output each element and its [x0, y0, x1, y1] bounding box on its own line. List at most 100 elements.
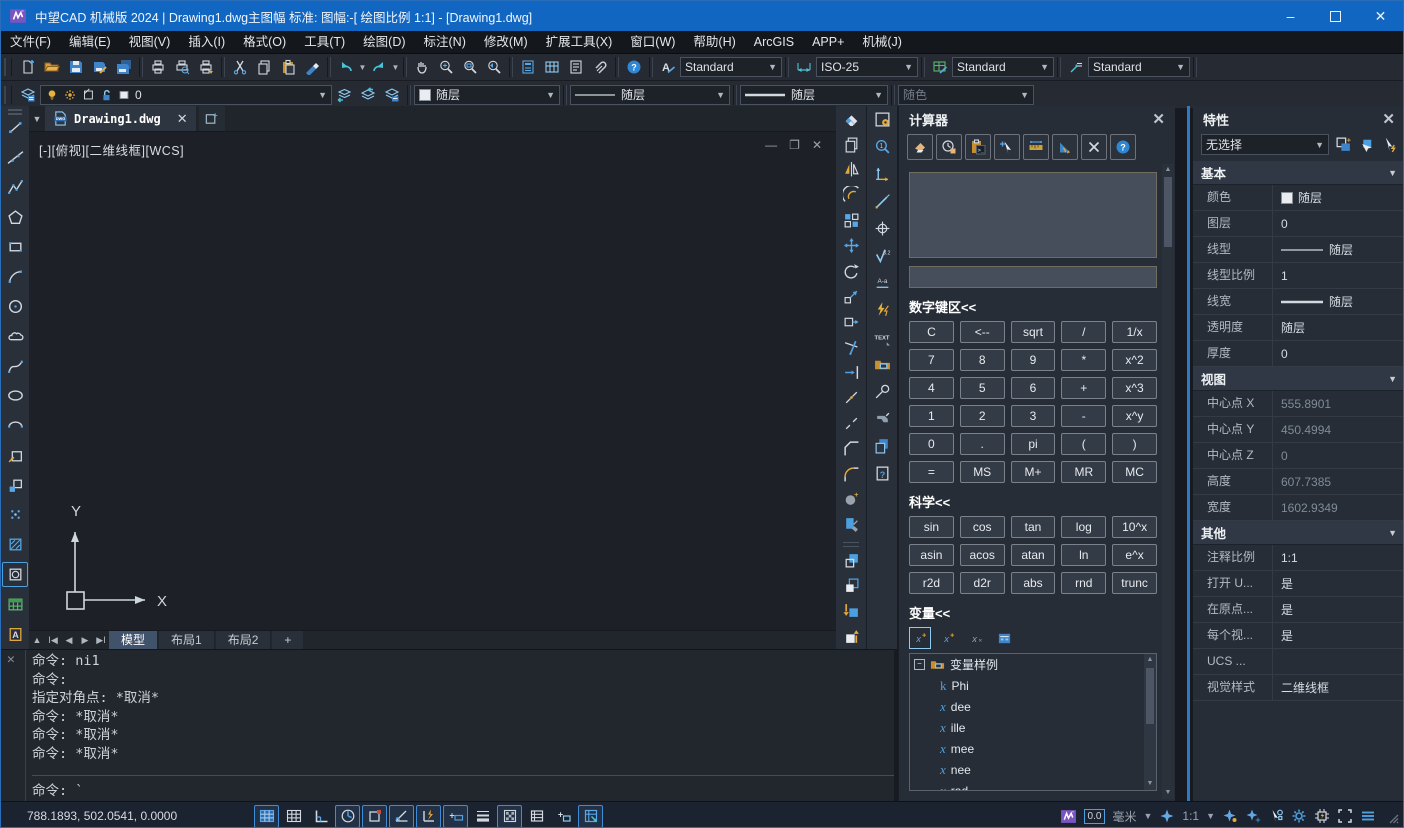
quick-select-button[interactable]: +	[1333, 135, 1353, 155]
point-button[interactable]	[2, 502, 28, 527]
menu-lines-button[interactable]	[1360, 808, 1376, 824]
calc-point-button[interactable]	[994, 134, 1020, 160]
variables-scrollbar[interactable]: ▲▼	[1144, 654, 1156, 790]
scientific-key-sin[interactable]: sin	[909, 516, 954, 538]
numpad-key-<--[interactable]: <--	[960, 321, 1005, 343]
construction-line-button[interactable]	[2, 145, 28, 170]
ellipse-arc-button[interactable]	[2, 413, 28, 438]
numpad-key-0[interactable]: 0	[909, 433, 954, 455]
numpad-key-x^3[interactable]: x^3	[1112, 377, 1157, 399]
var-new-button[interactable]: x+	[909, 627, 931, 649]
command-close-icon[interactable]: ✕	[7, 652, 15, 667]
tab-list-button[interactable]: ▼	[29, 106, 45, 131]
layer-combo[interactable]: 0▼	[40, 85, 332, 105]
scroll-down-icon[interactable]: ▼	[1165, 787, 1172, 799]
scroll-up-icon[interactable]: ▲	[1147, 654, 1154, 666]
numpad-key-M+[interactable]: M+	[1011, 461, 1056, 483]
layout-tab-模型[interactable]: 模型	[109, 631, 157, 649]
zoom-window-button[interactable]	[458, 56, 482, 78]
title-block-button[interactable]	[869, 107, 895, 133]
layer-states-button[interactable]	[356, 84, 380, 106]
numpad-key-3[interactable]: 3	[1011, 405, 1056, 427]
open-folder-button[interactable]	[40, 56, 64, 78]
numpad-key-([interactable]: (	[1061, 433, 1106, 455]
lineweight-display-toggle[interactable]	[470, 805, 495, 828]
scientific-key-10^x[interactable]: 10^x	[1112, 516, 1157, 538]
cut-button[interactable]	[228, 56, 252, 78]
toolbar-grip[interactable]	[4, 86, 12, 104]
variable-row[interactable]: xnee	[910, 759, 1156, 780]
collapse-icon[interactable]: −	[914, 659, 925, 670]
first-tab-button[interactable]: Ⅰ◀	[45, 635, 61, 646]
property-value[interactable]: 二维线框	[1273, 679, 1404, 696]
weld-gun-button[interactable]	[869, 406, 895, 432]
polygon-button[interactable]	[2, 205, 28, 230]
scientific-key-ln[interactable]: ln	[1061, 544, 1106, 566]
pan-button[interactable]	[410, 56, 434, 78]
property-value[interactable]: 是	[1273, 575, 1404, 592]
layout-tab-布局1[interactable]: 布局1	[159, 631, 214, 649]
scientific-key-atan[interactable]: atan	[1011, 544, 1056, 566]
table-style-button[interactable]	[928, 56, 952, 78]
scientific-key-asin[interactable]: asin	[909, 544, 954, 566]
numpad-key-pi[interactable]: pi	[1011, 433, 1056, 455]
mech-help-button[interactable]: ?	[869, 460, 895, 486]
insert-block-button[interactable]	[2, 443, 28, 468]
menu-item[interactable]: 绘图(D)	[354, 31, 414, 53]
arc-button[interactable]	[2, 264, 28, 289]
property-value[interactable]: 随层	[1273, 189, 1404, 206]
color-combo[interactable]: 随层▼	[414, 85, 560, 105]
menu-item[interactable]: 机械(J)	[853, 31, 911, 53]
fillet-button[interactable]	[838, 462, 864, 486]
ortho-mode-toggle[interactable]	[308, 805, 333, 828]
transparency-mode-toggle[interactable]	[497, 805, 522, 828]
view-detail-button[interactable]: 1	[869, 134, 895, 160]
menu-item[interactable]: 文件(F)	[1, 31, 60, 53]
datum-button[interactable]	[869, 215, 895, 241]
property-value[interactable]: 607.7385	[1273, 475, 1404, 489]
stretch-button[interactable]	[838, 310, 864, 334]
scale-button[interactable]	[838, 284, 864, 308]
grid-display-toggle[interactable]	[254, 805, 279, 828]
property-value[interactable]: 1	[1273, 269, 1404, 283]
sheet-list-button[interactable]	[564, 56, 588, 78]
property-value[interactable]: 0	[1273, 217, 1404, 231]
save-button[interactable]	[64, 56, 88, 78]
scientific-key-log[interactable]: log	[1061, 516, 1106, 538]
bring-front-button[interactable]	[838, 548, 864, 572]
variable-row[interactable]: xrad	[910, 780, 1156, 791]
variable-row[interactable]: kPhi	[910, 675, 1156, 696]
section-header-视图[interactable]: 视图▼	[1193, 367, 1404, 391]
coord-dim-button[interactable]	[869, 161, 895, 187]
bring-above-button[interactable]	[838, 599, 864, 623]
layer-manager-button[interactable]	[16, 84, 40, 106]
property-value[interactable]: 1:1	[1273, 551, 1404, 565]
copy-button[interactable]	[252, 56, 276, 78]
numpad-key-MC[interactable]: MC	[1112, 461, 1157, 483]
spline-button[interactable]	[2, 353, 28, 378]
offset-button[interactable]	[838, 183, 864, 207]
command-history[interactable]: 命令: ni1命令:指定对角点: *取消*命令: *取消*命令: *取消*命令:…	[32, 652, 894, 775]
paste-button[interactable]	[276, 56, 300, 78]
object-snap-toggle[interactable]	[362, 805, 387, 828]
explode-button[interactable]	[838, 513, 864, 537]
layer-translate-button[interactable]	[380, 84, 404, 106]
mdi-close-button[interactable]: ✕	[812, 140, 822, 150]
rectangle-button[interactable]	[2, 234, 28, 259]
next-tab-button[interactable]: ▶	[77, 635, 93, 646]
variable-row[interactable]: xdee	[910, 696, 1156, 717]
property-value[interactable]: 是	[1273, 601, 1404, 618]
numpad-key-1/x[interactable]: 1/x	[1112, 321, 1157, 343]
calc-intersection-button[interactable]	[1081, 134, 1107, 160]
mtext-button[interactable]: A	[2, 622, 28, 647]
fit-list-button[interactable]: A-a	[869, 270, 895, 296]
zoom-previous-button[interactable]	[482, 56, 506, 78]
calculator-scrollbar[interactable]: ▲ ▼	[1162, 164, 1174, 799]
blend-button[interactable]: +	[838, 487, 864, 511]
linetype-combo[interactable]: 随层▼	[570, 85, 730, 105]
erase-button[interactable]	[838, 107, 864, 131]
copy-obj-button[interactable]	[838, 132, 864, 156]
calc-help-button[interactable]: ?	[1110, 134, 1136, 160]
plot-preview-button[interactable]	[170, 56, 194, 78]
palette-grip[interactable]	[8, 109, 22, 111]
